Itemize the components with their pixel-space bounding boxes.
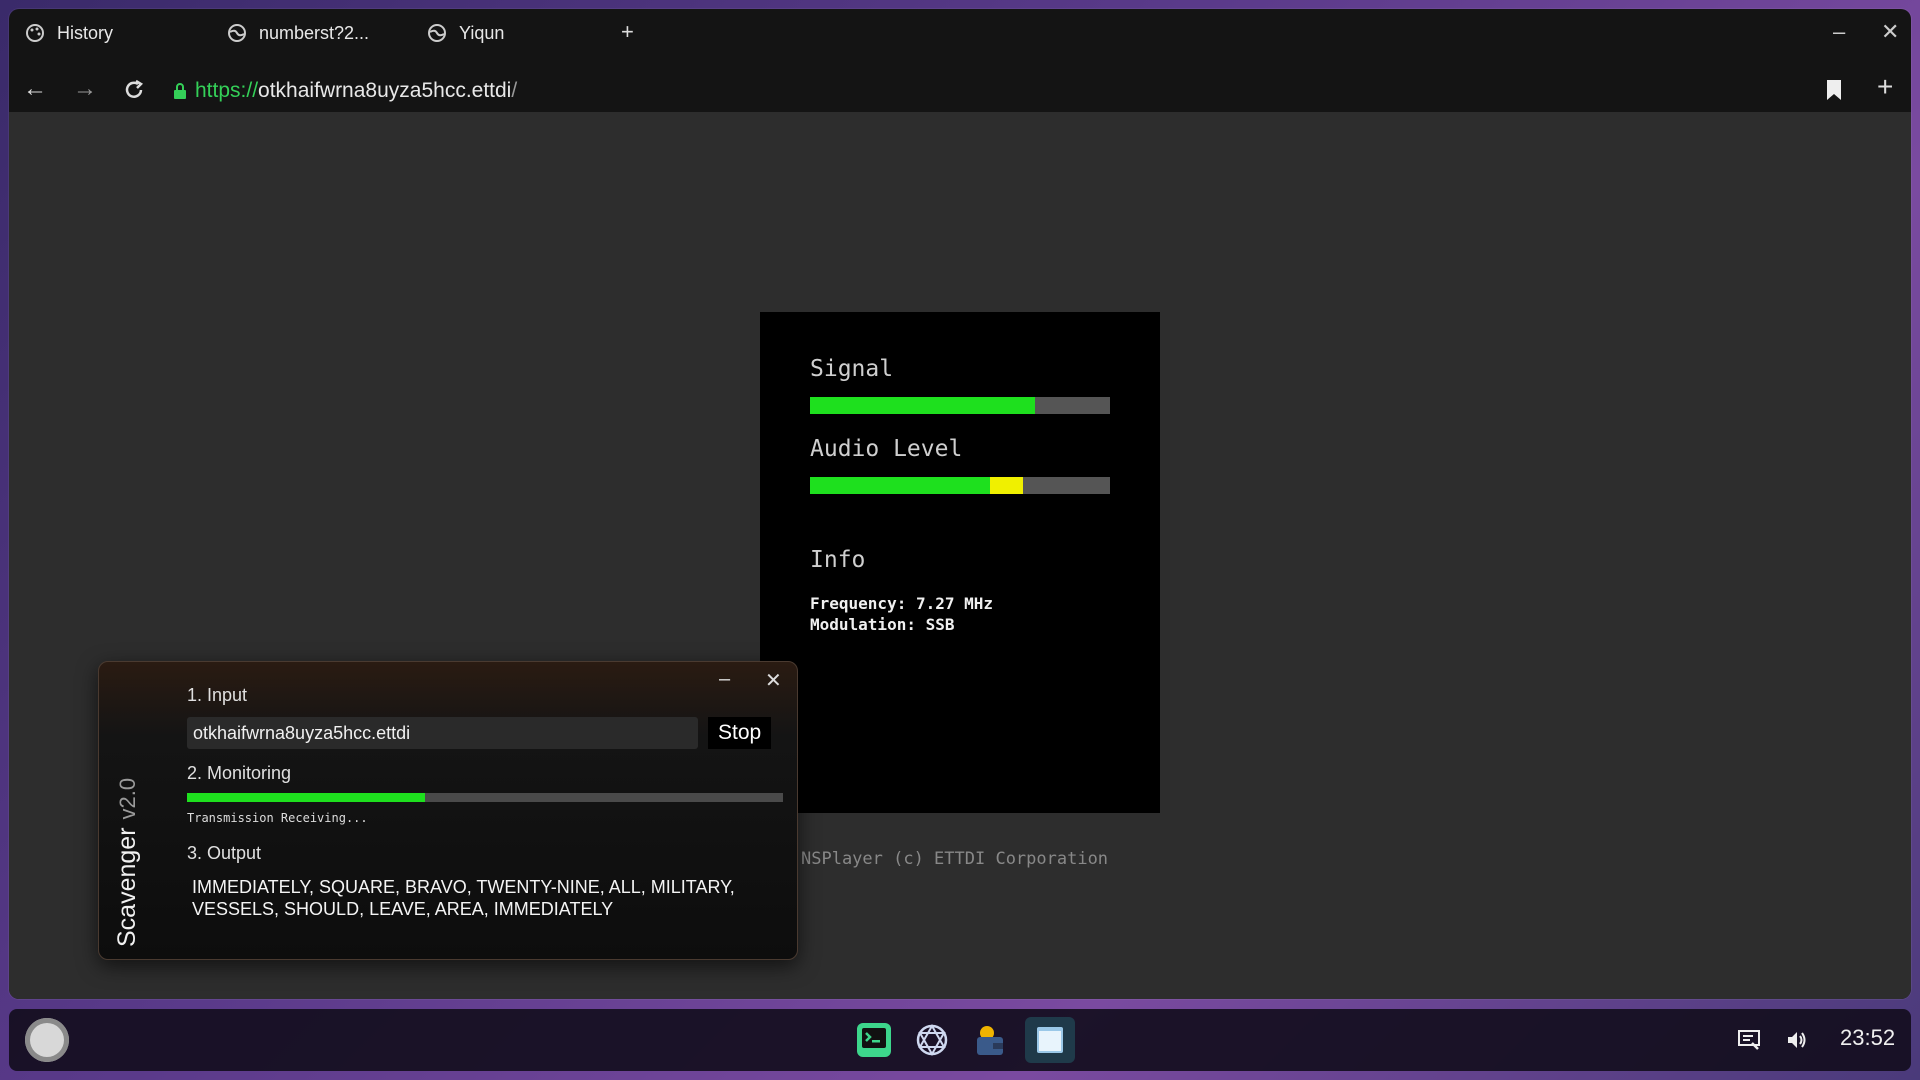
display-icon[interactable] <box>1738 1029 1760 1051</box>
taskbar: 23:52 <box>9 1009 1911 1071</box>
new-tab-button[interactable]: + <box>621 19 634 45</box>
scavenger-close-button[interactable]: ✕ <box>765 668 782 693</box>
window-icon <box>1037 1027 1063 1053</box>
signal-meter-fill <box>810 397 1035 414</box>
terminal-icon[interactable] <box>855 1021 893 1059</box>
tab-history[interactable]: History <box>17 9 121 57</box>
monitoring-status: Transmission Receiving... <box>187 811 368 825</box>
minimize-button[interactable]: – <box>1833 19 1845 45</box>
target-url-input[interactable] <box>187 717 698 749</box>
output-label: 3. Output <box>187 843 262 863</box>
scavenger-minimize-button[interactable]: – <box>719 668 730 691</box>
globe-icon <box>428 24 446 42</box>
scavenger-title: Scavenger v2.0 <box>113 778 142 947</box>
decoded-output: IMMEDIATELY, SQUARE, BRAVO, TWENTY-NINE,… <box>192 877 735 919</box>
start-button[interactable] <box>25 1018 69 1062</box>
scavenger-version: v2.0 <box>115 777 140 820</box>
player-panel: Signal Audio Level Info Frequency: 7.27 … <box>760 312 1160 813</box>
palette-icon <box>26 24 44 42</box>
tab-numberst[interactable]: numberst?2... <box>219 9 377 57</box>
network-icon[interactable] <box>913 1021 951 1059</box>
frequency-text: Frequency: 7.27 MHz <box>810 594 994 613</box>
signal-meter <box>810 397 1110 414</box>
monitoring-label: 2. Monitoring <box>187 763 292 783</box>
monitoring-progress-fill <box>187 793 426 802</box>
close-button[interactable]: ✕ <box>1881 19 1899 45</box>
player-footer: NSPlayer (c) ETTDI Corporation <box>801 849 1109 869</box>
modulation-text: Modulation: SSB <box>810 615 955 634</box>
back-arrow-icon[interactable]: ← <box>23 75 47 103</box>
audio-meter-green-fill <box>810 477 990 494</box>
volume-icon[interactable] <box>1786 1029 1808 1051</box>
globe-icon <box>228 24 246 42</box>
clock: 23:52 <box>1840 1025 1896 1050</box>
audio-heading: Audio Level <box>810 436 963 462</box>
info-heading: Info <box>810 547 866 573</box>
tab-yiqun[interactable]: Yiqun <box>419 9 512 57</box>
audio-meter-yellow-fill <box>990 477 1023 494</box>
tab-label: numberst?2... <box>259 22 370 43</box>
signal-heading: Signal <box>810 356 894 382</box>
scavenger-name: Scavenger <box>113 827 141 947</box>
audio-meter <box>810 477 1110 494</box>
address-bar: ← → https://otkhaifwrna8uyza5hcc.ettdi/ … <box>9 69 1911 113</box>
active-app-slot[interactable] <box>1025 1017 1075 1063</box>
tab-label: Yiqun <box>459 22 505 43</box>
add-icon[interactable]: + <box>1877 71 1893 103</box>
wallet-icon[interactable] <box>971 1021 1009 1059</box>
tab-label: History <box>57 22 114 43</box>
url-scheme: https:// <box>195 79 259 102</box>
url-host: otkhaifwrna8uyza5hcc.ettdi <box>258 79 512 102</box>
scavenger-window: Scavenger v2.0 – ✕ 1. Input Stop 2. Monit… <box>98 661 798 960</box>
tab-bar: History numberst?2... Yiqun + – ✕ <box>9 9 1911 57</box>
reload-icon[interactable] <box>123 79 145 101</box>
stop-button[interactable]: Stop <box>708 717 772 749</box>
bookmark-icon[interactable] <box>1825 79 1843 101</box>
forward-arrow-icon[interactable]: → <box>73 75 97 103</box>
url-path: / <box>511 79 518 102</box>
lock-icon <box>174 83 186 99</box>
input-label: 1. Input <box>187 685 248 705</box>
monitoring-progress-bar <box>187 793 783 802</box>
url-field[interactable]: https://otkhaifwrna8uyza5hcc.ettdi/ <box>195 79 517 103</box>
